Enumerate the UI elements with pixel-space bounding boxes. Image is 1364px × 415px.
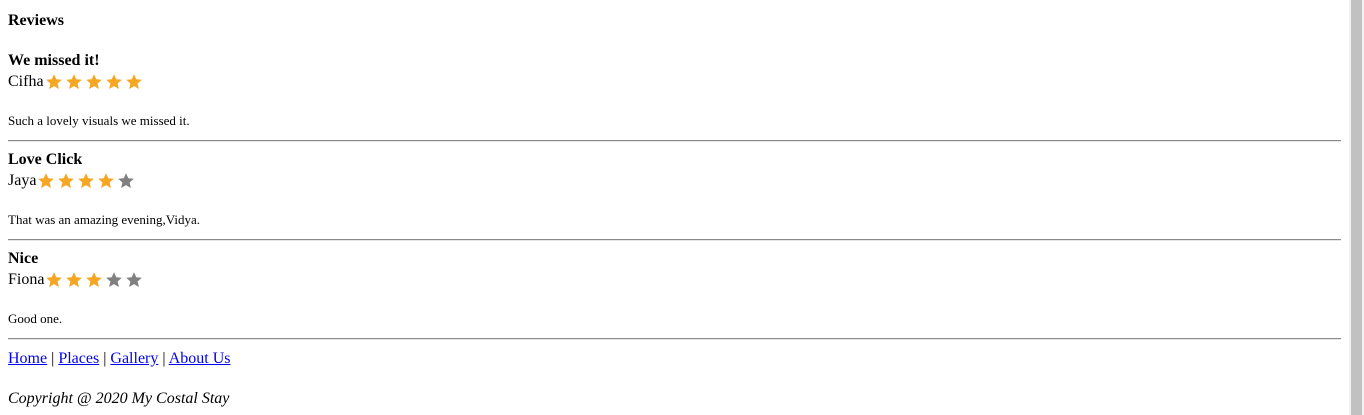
star-filled-icon xyxy=(77,172,95,190)
nav-separator: | xyxy=(162,350,166,367)
review-title: Love Click xyxy=(8,151,83,168)
star-rating xyxy=(45,271,145,289)
review-text: Good one. xyxy=(8,311,63,326)
scrollbar-thumb[interactable] xyxy=(1351,0,1362,415)
star-empty-icon xyxy=(105,271,123,289)
review-author: Fiona xyxy=(8,271,45,288)
nav-link-about-us[interactable]: About Us xyxy=(169,350,231,367)
review-author-line: Fiona xyxy=(8,270,145,290)
star-rating xyxy=(45,73,145,91)
star-rating xyxy=(37,172,137,190)
review-text: Such a lovely visuals we missed it. xyxy=(8,113,190,128)
star-empty-icon xyxy=(125,271,143,289)
star-filled-icon xyxy=(57,172,75,190)
star-empty-icon xyxy=(117,172,135,190)
footer-nav: Home | Places | Gallery | About Us xyxy=(8,349,230,369)
review-title: Nice xyxy=(8,250,39,267)
nav-link-places[interactable]: Places xyxy=(58,350,99,367)
star-filled-icon xyxy=(85,73,103,91)
star-filled-icon xyxy=(65,271,83,289)
star-filled-icon xyxy=(97,172,115,190)
review-divider xyxy=(8,239,1341,241)
nav-separator: | xyxy=(51,350,55,367)
review-divider xyxy=(8,338,1341,340)
nav-link-home[interactable]: Home xyxy=(8,350,47,367)
star-filled-icon xyxy=(65,73,83,91)
copyright-text: Copyright @ 2020 My Costal Stay xyxy=(8,390,230,407)
star-filled-icon xyxy=(85,271,103,289)
star-filled-icon xyxy=(45,271,63,289)
review-author: Jaya xyxy=(8,172,37,189)
star-filled-icon xyxy=(125,73,143,91)
star-filled-icon xyxy=(45,73,63,91)
page-title: Reviews xyxy=(8,12,64,29)
review-author-line: Jaya xyxy=(8,171,137,191)
review-text: That was an amazing evening,Vidya. xyxy=(8,212,200,227)
review-divider xyxy=(8,140,1341,142)
star-filled-icon xyxy=(37,172,55,190)
nav-separator: | xyxy=(103,350,107,367)
nav-link-gallery[interactable]: Gallery xyxy=(110,350,158,367)
review-author: Cifha xyxy=(8,73,44,90)
review-author-line: Cifha xyxy=(8,72,145,92)
vertical-scrollbar[interactable] xyxy=(1349,0,1364,415)
star-filled-icon xyxy=(105,73,123,91)
review-title: We missed it! xyxy=(8,52,100,69)
